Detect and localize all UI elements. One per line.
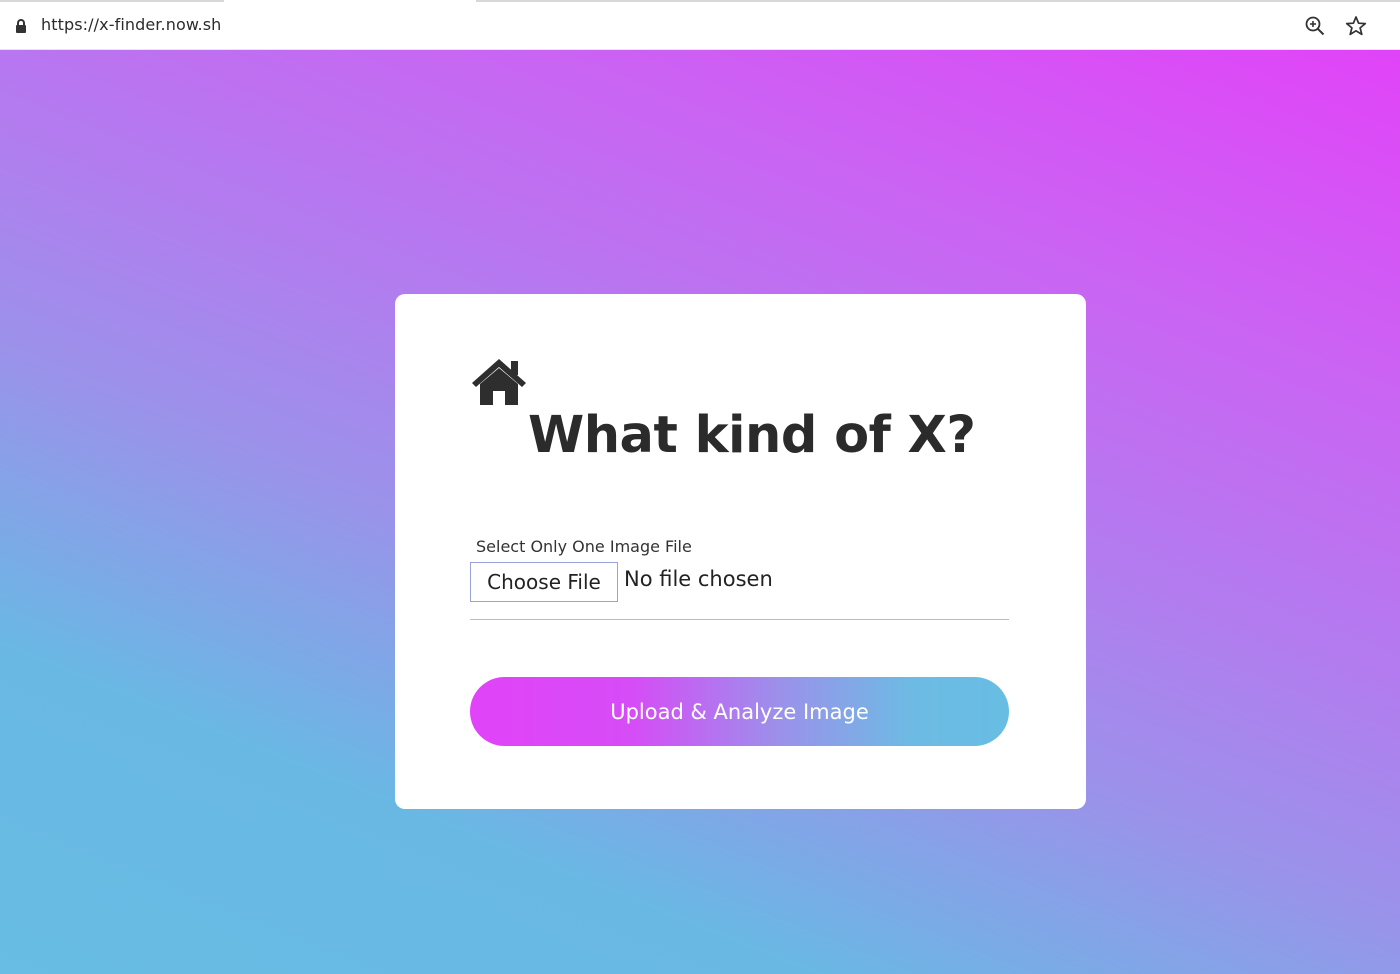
upload-card: What kind of X? Select Only One Image Fi…	[395, 294, 1086, 809]
home-icon[interactable]	[470, 357, 528, 407]
choose-file-button[interactable]: Choose File	[470, 562, 618, 602]
divider	[470, 619, 1009, 620]
url-text[interactable]: https://x-finder.now.sh	[41, 15, 221, 34]
star-icon[interactable]	[1345, 15, 1367, 37]
file-input-label: Select Only One Image File	[476, 537, 692, 556]
upload-analyze-button[interactable]: Upload & Analyze Image	[470, 677, 1009, 746]
lock-icon	[16, 19, 26, 33]
page-background: What kind of X? Select Only One Image Fi…	[0, 50, 1400, 974]
browser-address-bar: https://x-finder.now.sh	[0, 0, 1400, 50]
tab-strip-edge	[0, 0, 1400, 2]
file-status-text: No file chosen	[624, 567, 773, 591]
zoom-in-icon[interactable]	[1305, 16, 1325, 36]
page-title: What kind of X?	[528, 406, 976, 465]
